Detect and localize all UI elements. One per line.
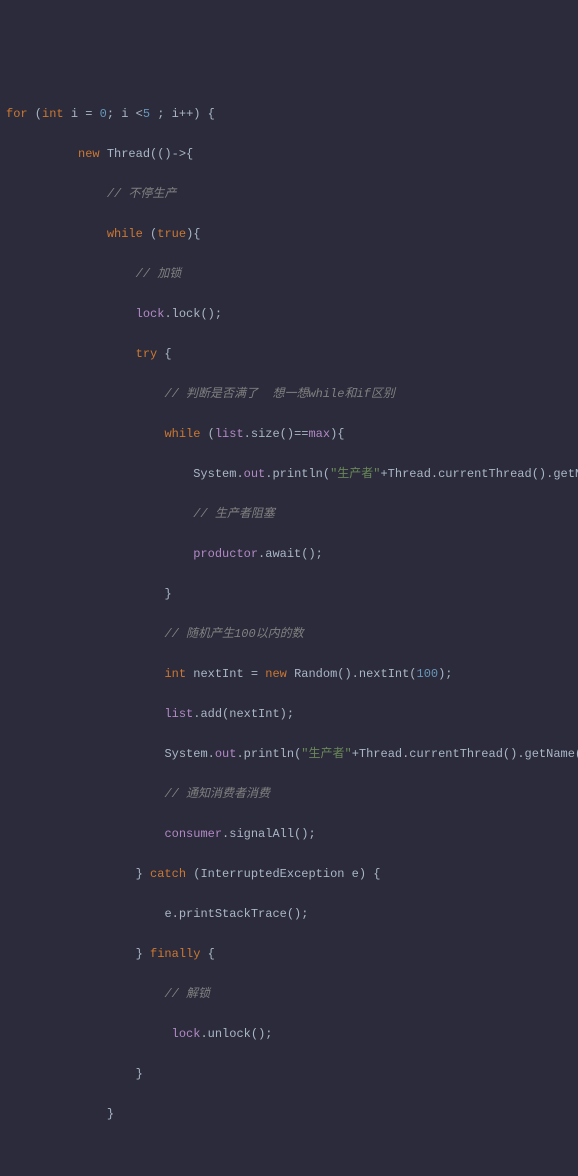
text: .await(); <box>258 547 323 561</box>
string: "生产者" <box>301 747 351 761</box>
code-line: // 加锁 <box>6 264 578 284</box>
code-line: } catch (InterruptedException e) { <box>6 864 578 884</box>
text: .unlock(); <box>200 1027 272 1041</box>
text: e.printStackTrace(); <box>164 907 308 921</box>
keyword-new: new <box>265 667 287 681</box>
text: .size()== <box>244 427 309 441</box>
keyword-while: while <box>164 427 200 441</box>
code-line: System.out.println("生产者"+Thread.currentT… <box>6 744 578 764</box>
keyword-try: try <box>136 347 158 361</box>
keyword-finally: finally <box>150 947 200 961</box>
comment: // 随机产生100以内的数 <box>164 627 303 641</box>
code-line: e.printStackTrace(); <box>6 904 578 924</box>
string: "生产者" <box>330 467 380 481</box>
comment: // 加锁 <box>136 267 182 281</box>
field-list: list <box>215 427 244 441</box>
text: (InterruptedException e) { <box>186 867 380 881</box>
comment: // 通知消费者消费 <box>164 787 270 801</box>
text: Random().nextInt( <box>287 667 417 681</box>
code-line: } <box>6 584 578 604</box>
text: ){ <box>186 227 200 241</box>
brace: } <box>164 587 171 601</box>
text: nextInt = <box>186 667 265 681</box>
brace: } <box>136 1067 143 1081</box>
text: Thread(()->{ <box>100 147 194 161</box>
field-out: out <box>244 467 266 481</box>
comment: // 不停生产 <box>107 187 177 201</box>
text: ( <box>200 427 214 441</box>
keyword-int: int <box>42 107 64 121</box>
code-line: System.out.println("生产者"+Thread.currentT… <box>6 464 578 484</box>
text: ); <box>438 667 452 681</box>
keyword-true: true <box>157 227 186 241</box>
field-lock: lock <box>164 1027 200 1041</box>
field-productor: productor <box>193 547 258 561</box>
keyword-catch: catch <box>150 867 186 881</box>
text: .println( <box>236 747 301 761</box>
code-line: // 判断是否满了 想一想while和if区别 <box>6 384 578 404</box>
code-line: list.add(nextInt); <box>6 704 578 724</box>
text: ; i++) { <box>150 107 215 121</box>
keyword-int: int <box>164 667 186 681</box>
comment: // 生产者阻塞 <box>193 507 275 521</box>
text: ){ <box>330 427 344 441</box>
text: +Thread.currentThread().getName()+" <box>352 747 578 761</box>
number: 100 <box>417 667 439 681</box>
keyword-for: for <box>6 107 28 121</box>
code-editor: for (int i = 0; i <5 ; i++) { new Thread… <box>6 84 578 1176</box>
code-line: int nextInt = new Random().nextInt(100); <box>6 664 578 684</box>
field-out: out <box>215 747 237 761</box>
code-line: try { <box>6 344 578 364</box>
comment: // 判断是否满了 想一想while和if区别 <box>164 387 394 401</box>
text: ; i < <box>107 107 143 121</box>
code-line: while (true){ <box>6 224 578 244</box>
text: { <box>200 947 214 961</box>
code-line: } <box>6 1064 578 1084</box>
text: .signalAll(); <box>222 827 316 841</box>
code-line: } finally { <box>6 944 578 964</box>
number: 0 <box>100 107 107 121</box>
text: } <box>136 947 150 961</box>
comment: // 解锁 <box>164 987 210 1001</box>
field-consumer: consumer <box>164 827 222 841</box>
code-line: new Thread(()->{ <box>6 144 578 164</box>
text: .println( <box>265 467 330 481</box>
text: System. <box>193 467 243 481</box>
brace: } <box>107 1107 114 1121</box>
field-lock: lock <box>136 307 165 321</box>
code-line: // 通知消费者消费 <box>6 784 578 804</box>
code-line: } <box>6 1104 578 1124</box>
code-line: lock.lock(); <box>6 304 578 324</box>
code-line: consumer.signalAll(); <box>6 824 578 844</box>
field-max: max <box>308 427 330 441</box>
code-line: while (list.size()==max){ <box>6 424 578 444</box>
number: 5 <box>143 107 150 121</box>
ident: i = <box>64 107 100 121</box>
code-line: productor.await(); <box>6 544 578 564</box>
text: +Thread.currentThread().getName( <box>380 467 578 481</box>
text: System. <box>164 747 214 761</box>
code-line: // 生产者阻塞 <box>6 504 578 524</box>
text: } <box>136 867 150 881</box>
code-line <box>6 1144 578 1164</box>
text: ( <box>143 227 157 241</box>
method-call: .lock(); <box>164 307 222 321</box>
code-line: // 随机产生100以内的数 <box>6 624 578 644</box>
code-line: lock.unlock(); <box>6 1024 578 1044</box>
field-list: list <box>164 707 193 721</box>
keyword-while: while <box>107 227 143 241</box>
text: .add(nextInt); <box>193 707 294 721</box>
keyword-new: new <box>78 147 100 161</box>
code-line: // 解锁 <box>6 984 578 1004</box>
text: { <box>157 347 171 361</box>
code-line: // 不停生产 <box>6 184 578 204</box>
code-line: for (int i = 0; i <5 ; i++) { <box>6 104 578 124</box>
